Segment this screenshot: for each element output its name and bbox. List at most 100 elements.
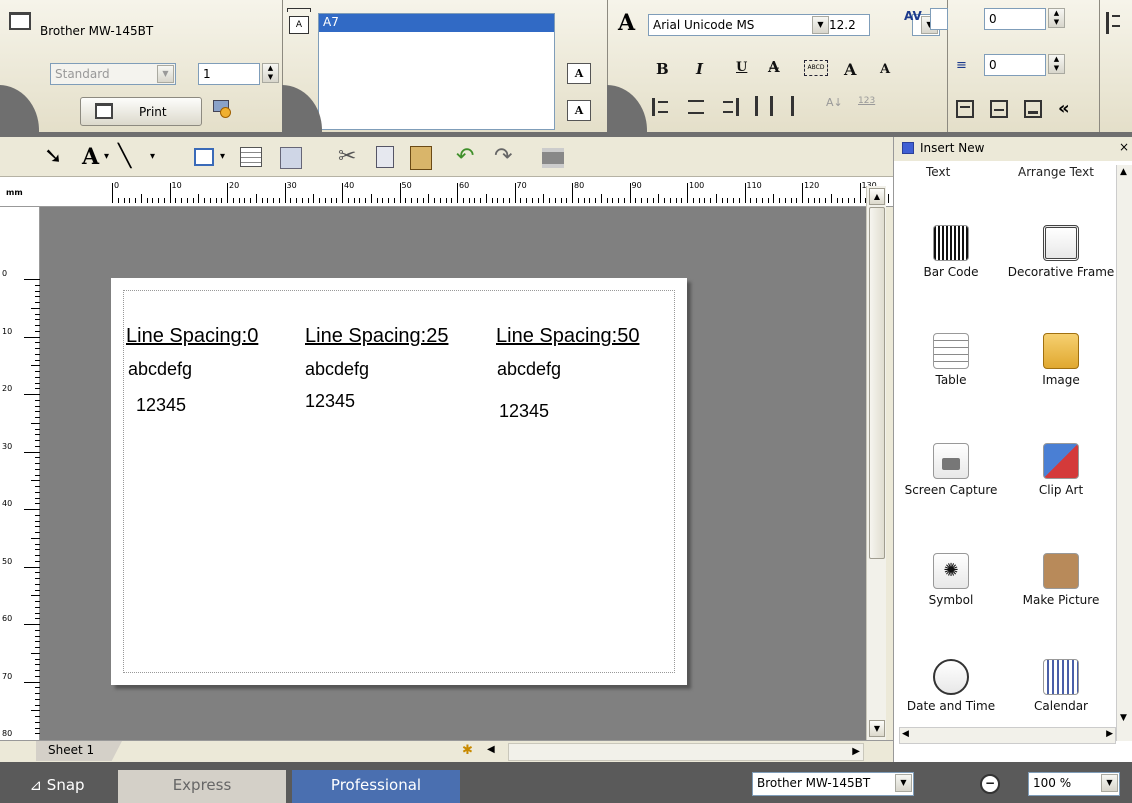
- canvas-vertical-scrollbar[interactable]: ▲ ▼: [866, 186, 886, 742]
- number-format-icon[interactable]: 123: [858, 96, 880, 116]
- scroll-down-icon[interactable]: ▼: [869, 720, 885, 737]
- paste-icon[interactable]: [410, 146, 432, 170]
- column-heading[interactable]: Line Spacing:0: [126, 325, 258, 348]
- tab-text[interactable]: Text: [926, 165, 950, 179]
- zoom-select[interactable]: 100 % ▼: [1028, 772, 1120, 796]
- close-icon[interactable]: ×: [1119, 140, 1129, 154]
- insert-date-and-time[interactable]: Date and Time: [896, 659, 1006, 713]
- text-line[interactable]: abcdefg: [128, 359, 192, 380]
- font-name-select[interactable]: Arial Unicode MS ▼ 12.2: [648, 14, 870, 36]
- undo-icon[interactable]: ↶: [456, 143, 474, 171]
- shape-tool-icon[interactable]: [194, 148, 214, 166]
- italic-button[interactable]: I: [696, 60, 703, 78]
- text-fit-button[interactable]: A: [567, 100, 591, 121]
- scroll-left-icon[interactable]: ◀: [487, 744, 495, 755]
- status-printer-select[interactable]: Brother MW-145BT ▼: [752, 772, 914, 796]
- collapse-dock-button[interactable]: «: [1058, 98, 1070, 119]
- frame-middle-icon[interactable]: [990, 100, 1008, 118]
- scroll-right-icon[interactable]: ▶: [1106, 729, 1113, 739]
- chevron-down-icon[interactable]: ▼: [812, 16, 829, 34]
- table-tool-icon[interactable]: [240, 147, 262, 167]
- express-mode-button[interactable]: Express: [118, 770, 286, 803]
- grow-font-button[interactable]: A: [844, 60, 856, 79]
- insert-screen-capture[interactable]: Screen Capture: [896, 443, 1006, 497]
- text-frame-button[interactable]: A: [567, 63, 591, 84]
- insert-symbol[interactable]: ✺ Symbol: [896, 553, 1006, 607]
- char-spacing-input[interactable]: [930, 8, 948, 30]
- chevron-down-icon[interactable]: ▾: [220, 143, 225, 171]
- database-icon[interactable]: [280, 147, 302, 169]
- insert-panel-scrollbar[interactable]: ▲ ▼: [1116, 165, 1132, 741]
- copies-input[interactable]: 1: [198, 63, 260, 85]
- insert-panel-hscrollbar[interactable]: ◀ ▶: [899, 727, 1116, 744]
- insert-decorative-frame[interactable]: Decorative Frame: [1006, 225, 1116, 279]
- cut-icon[interactable]: ✂: [338, 143, 356, 171]
- vertical-text-icon[interactable]: A↓: [826, 96, 844, 116]
- vertical-align-icon[interactable]: [791, 96, 809, 116]
- text-tool-icon[interactable]: A: [82, 143, 99, 171]
- sheet-tab[interactable]: Sheet 1: [36, 741, 122, 761]
- copy-icon[interactable]: [376, 146, 394, 168]
- scroll-down-icon[interactable]: ▼: [1120, 713, 1127, 723]
- chevron-down-icon[interactable]: ▼: [1101, 774, 1118, 792]
- frame-bottom-icon[interactable]: [1024, 100, 1042, 118]
- shrink-font-button[interactable]: A: [880, 62, 890, 77]
- align-left-icon[interactable]: [652, 98, 668, 116]
- text-line[interactable]: abcdefg: [305, 359, 369, 380]
- bold-button[interactable]: B: [656, 60, 669, 78]
- char-spacing-field[interactable]: 0: [984, 8, 1046, 30]
- outline-button[interactable]: A̶: [768, 58, 780, 76]
- scroll-up-icon[interactable]: ▲: [1120, 167, 1127, 177]
- scroll-thumb[interactable]: [869, 207, 885, 559]
- print-options-button[interactable]: [208, 97, 234, 123]
- line-spacing-field[interactable]: 0: [984, 54, 1046, 76]
- insert-image[interactable]: Image: [1006, 333, 1116, 387]
- underline-button[interactable]: U: [736, 60, 747, 75]
- justify-icon[interactable]: [755, 96, 773, 116]
- mode-select[interactable]: Standard ▼: [50, 63, 176, 85]
- redo-icon[interactable]: ↷: [494, 143, 512, 171]
- zoom-out-icon[interactable]: −: [980, 774, 1000, 794]
- char-spacing-spinner[interactable]: ▲ ▼: [1048, 8, 1065, 28]
- copies-spinner[interactable]: ▲ ▼: [262, 63, 279, 83]
- chevron-down-icon[interactable]: ▾: [150, 143, 155, 171]
- column-heading[interactable]: Line Spacing:50: [496, 325, 639, 348]
- insert-clip-art[interactable]: Clip Art: [1006, 443, 1116, 497]
- frame-top-icon[interactable]: [956, 100, 974, 118]
- label-sheet[interactable]: Line Spacing:0 abcdefg 12345 Line Spacin…: [111, 278, 687, 685]
- canvas-horizontal-scrollbar[interactable]: ▶: [508, 743, 864, 761]
- scroll-left-icon[interactable]: ◀: [902, 729, 909, 739]
- ruler-tick: [767, 198, 769, 203]
- scroll-up-icon[interactable]: ▲: [869, 188, 885, 205]
- text-box-button[interactable]: ABCD: [804, 60, 828, 76]
- chevron-down-icon[interactable]: ▾: [104, 143, 109, 171]
- arrange-icon[interactable]: [542, 148, 564, 168]
- editing-canvas[interactable]: Line Spacing:0 abcdefg 12345 Line Spacin…: [40, 207, 866, 740]
- line-tool-icon[interactable]: ╲: [118, 143, 131, 171]
- align-right-icon[interactable]: [723, 98, 739, 116]
- print-button[interactable]: Print: [80, 97, 202, 126]
- professional-mode-button[interactable]: Professional: [292, 770, 460, 803]
- text-line[interactable]: 12345: [499, 401, 549, 422]
- chevron-down-icon[interactable]: ▼: [895, 774, 912, 792]
- chevron-down-icon[interactable]: ▼: [157, 65, 174, 83]
- insert-item-label: Date and Time: [906, 699, 996, 713]
- scroll-right-icon[interactable]: ▶: [852, 746, 860, 757]
- text-line[interactable]: 12345: [305, 391, 355, 412]
- tab-arrange-text[interactable]: Arrange Text: [1018, 165, 1094, 179]
- text-line[interactable]: abcdefg: [497, 359, 561, 380]
- insert-barcode[interactable]: Bar Code: [896, 225, 1006, 279]
- text-line[interactable]: 12345: [136, 395, 186, 416]
- insert-make-picture[interactable]: Make Picture: [1006, 553, 1116, 607]
- snap-button[interactable]: ⊿ Snap: [0, 770, 114, 803]
- align-objects-icon[interactable]: [1106, 12, 1120, 34]
- new-sheet-icon[interactable]: ✱: [462, 743, 473, 758]
- column-heading[interactable]: Line Spacing:25: [305, 325, 448, 348]
- object-list[interactable]: A7: [318, 13, 555, 130]
- select-arrow-icon[interactable]: ➘: [44, 143, 62, 171]
- insert-calendar[interactable]: Calendar: [1006, 659, 1116, 713]
- line-spacing-spinner[interactable]: ▲ ▼: [1048, 54, 1065, 74]
- align-center-icon[interactable]: [688, 98, 704, 116]
- insert-table[interactable]: Table: [896, 333, 1006, 387]
- object-list-item-selected[interactable]: A7: [319, 14, 554, 32]
